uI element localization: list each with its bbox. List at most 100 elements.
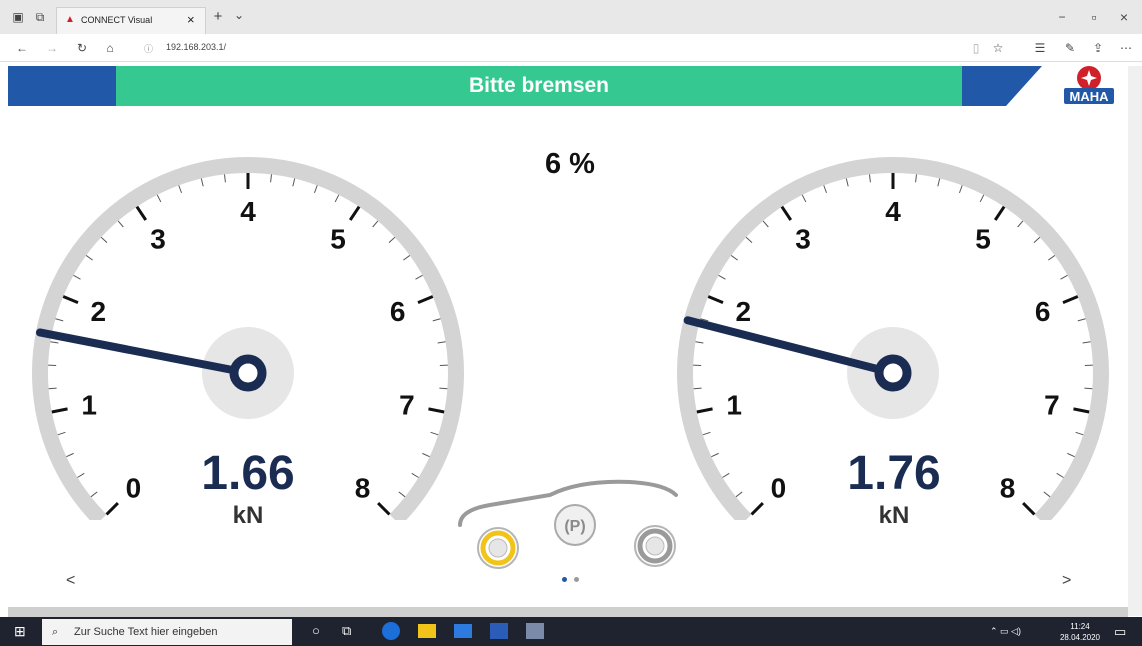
set-aside-tabs-icon[interactable]: ⧉ (30, 7, 50, 27)
maximize-window-button[interactable]: ▫ (1082, 7, 1106, 27)
gauge-minor-tick (388, 236, 396, 244)
share-icon[interactable]: ⇪ (1088, 38, 1108, 58)
system-tray-icons[interactable]: ⌃ ▭ ◁) (990, 626, 1021, 637)
refresh-icon[interactable]: ↻ (72, 38, 92, 58)
gauge-minor-tick (1033, 236, 1041, 244)
url-field[interactable]: ⓘ 192.168.203.1/ (140, 38, 1000, 58)
gauge-minor-tick (48, 387, 57, 390)
gauge-minor-tick (762, 220, 769, 228)
more-icon[interactable]: ⋯ (1116, 38, 1136, 58)
gauge-needle-hub (229, 354, 267, 392)
taskbar-clock[interactable]: 11:24 28.04.2020 (1055, 621, 1105, 643)
gauge-tick-label: 2 (91, 296, 107, 327)
gauge-minor-tick (77, 472, 85, 478)
vertical-scrollbar[interactable] (1128, 66, 1142, 616)
gauge-minor-tick (439, 387, 448, 390)
maha-logo: MAHA (1054, 64, 1124, 106)
status-banner: Bitte bremsen (116, 66, 962, 106)
horizontal-scrollbar[interactable] (8, 607, 1128, 617)
file-explorer-icon[interactable] (418, 624, 436, 638)
notifications-icon[interactable]: ▭ (1114, 624, 1126, 640)
svg-text:(P): (P) (564, 518, 585, 535)
gauge-minor-tick (57, 431, 66, 436)
gauge-minor-tick (430, 431, 439, 436)
gauge-minor-tick (711, 452, 719, 458)
search-icon: ⌕ (52, 626, 59, 638)
gauge-minor-tick (718, 274, 726, 280)
page-dot-1[interactable] (562, 577, 567, 582)
gauge-minor-tick (937, 178, 941, 187)
app-icon[interactable] (526, 623, 544, 639)
gauge-minor-tick (1056, 472, 1064, 478)
gauge-major-tick (417, 295, 434, 304)
prev-page-button[interactable]: < (66, 572, 75, 590)
gauge-right-value: 1.76 (847, 447, 941, 500)
gauge-major-tick (1022, 502, 1036, 516)
mail-icon[interactable] (454, 624, 472, 638)
gauge-tick-label: 2 (736, 296, 752, 327)
next-page-button[interactable]: > (1062, 572, 1071, 590)
word-icon[interactable] (490, 623, 508, 639)
close-window-button[interactable]: × (1112, 7, 1136, 27)
gauge-minor-tick (1048, 255, 1056, 261)
new-tab-button[interactable]: + (208, 7, 228, 27)
logo-text: MAHA (1069, 89, 1109, 104)
browser-tab[interactable]: ▲ CONNECT Visual × (56, 7, 206, 34)
gauge-tick-label: 0 (126, 473, 142, 504)
home-icon[interactable]: ⌂ (100, 38, 120, 58)
gauge-minor-tick (1082, 341, 1091, 344)
tab-menu-chevron-icon[interactable]: ⌄ (230, 5, 248, 25)
gauge-minor-tick (735, 491, 743, 498)
gauge-minor-tick (422, 452, 430, 458)
favorite-star-icon[interactable]: ☆ (988, 38, 1008, 58)
gauge-minor-tick (437, 341, 446, 344)
forward-arrow-icon[interactable]: → (42, 38, 62, 58)
gauge-tick-label: 0 (771, 473, 787, 504)
gauge-tick-label: 8 (355, 473, 371, 504)
gauge-minor-tick (1077, 318, 1086, 322)
gauge-minor-tick (1067, 452, 1075, 458)
gauge-minor-tick (958, 185, 963, 194)
edge-browser-icon[interactable] (382, 622, 400, 640)
gauge-minor-tick (915, 174, 918, 183)
gauge-minor-tick (200, 178, 204, 187)
gauge-minor-tick (50, 341, 59, 344)
gauge-tick-label: 5 (975, 223, 991, 254)
gauge-tick-label: 4 (885, 196, 901, 227)
minimize-window-button[interactable]: − (1050, 7, 1074, 27)
gauge-minor-tick (178, 185, 183, 194)
gauge-minor-tick (979, 194, 985, 203)
reading-view-icon[interactable]: ▯ (966, 38, 986, 58)
gauge-minor-tick (156, 194, 162, 203)
gauge-minor-tick (73, 274, 81, 280)
gauge-minor-tick (745, 236, 753, 244)
page-dot-2[interactable] (574, 577, 579, 582)
search-placeholder: Zur Suche Text hier eingeben (74, 626, 218, 638)
tab-actions-icon[interactable]: ▣ (8, 7, 28, 27)
tab-close-icon[interactable]: × (187, 12, 195, 27)
windows-start-icon[interactable]: ⊞ (14, 623, 26, 640)
pen-icon[interactable]: ✎ (1060, 38, 1080, 58)
taskbar-search-field[interactable]: ⌕ Zur Suche Text hier eingeben (42, 619, 292, 645)
cortana-icon[interactable]: ○ (312, 623, 320, 638)
gauge-minor-tick (1043, 491, 1051, 498)
gauge-minor-tick (403, 255, 411, 261)
back-arrow-icon[interactable]: ← (12, 38, 32, 58)
gauge-tick-label: 6 (1035, 296, 1051, 327)
parking-brake-icon: (P) (554, 504, 596, 546)
gauge-minor-tick (1084, 387, 1093, 390)
gauge-major-tick (105, 502, 119, 516)
header-left-band (8, 66, 116, 106)
gauge-major-tick (348, 205, 361, 221)
gauge-minor-tick (411, 472, 419, 478)
gauge-tick-label: 4 (240, 196, 256, 227)
task-view-icon[interactable]: ⧉ (342, 623, 351, 639)
gauge-minor-tick (270, 174, 273, 183)
gauge-minor-tick (845, 178, 849, 187)
gauge-minor-tick (117, 220, 124, 228)
favorites-list-icon[interactable]: ☰ (1030, 38, 1050, 58)
gauge-left-value: 1.66 (201, 447, 295, 500)
gauge-tick-label: 5 (330, 223, 346, 254)
brake-percent: 6 % (545, 148, 595, 180)
gauge-minor-tick (66, 452, 74, 458)
